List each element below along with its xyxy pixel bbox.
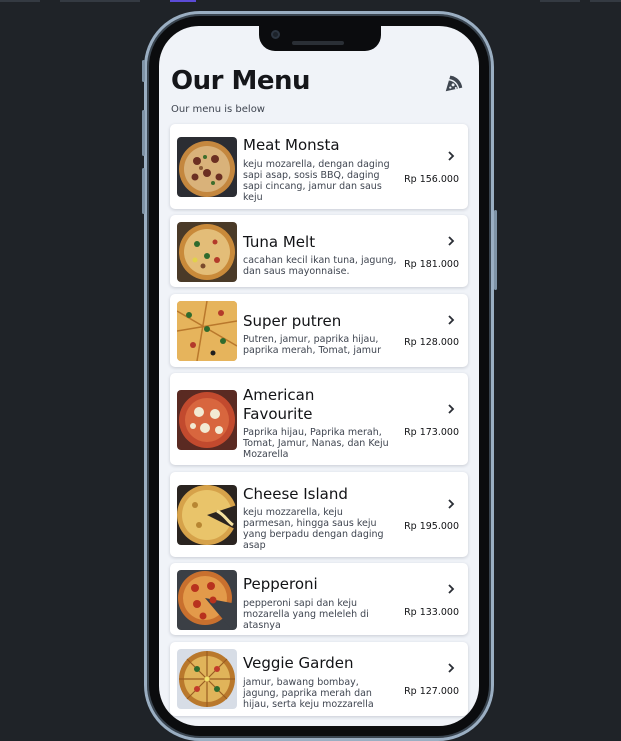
menu-item-veggie-garden[interactable]: Veggie Garden jamur, bawang bombay, jagu…: [170, 642, 468, 716]
item-description: keju mozarella, dengan daging sapi asap,…: [243, 159, 390, 203]
pizza-slice-icon[interactable]: [443, 72, 465, 94]
background-fragment: [540, 0, 580, 2]
background-fragment: [590, 0, 621, 2]
volume-down-button: [142, 168, 145, 214]
chevron-right-icon[interactable]: [445, 583, 457, 595]
chevron-right-icon[interactable]: [445, 314, 457, 326]
background-fragment: [60, 0, 140, 2]
item-price: Rp 173.000: [404, 427, 459, 438]
phone-screen: Our Menu Our menu is below Meat Monsta k…: [159, 26, 479, 726]
item-price: Rp 133.000: [404, 607, 459, 618]
pizza-image: [177, 390, 237, 450]
menu-item-american-favourite[interactable]: American Favourite Paprika hijau, Paprik…: [170, 373, 468, 465]
item-name: Tuna Melt: [243, 233, 316, 251]
notch: [259, 26, 381, 51]
mute-switch: [142, 60, 145, 82]
item-description: cacahan kecil ikan tuna, jagung, dan sau…: [243, 255, 397, 277]
item-name: Super putren: [243, 312, 342, 330]
menu-item-super-putren[interactable]: Super putren Putren, jamur, paprika hija…: [170, 294, 468, 367]
item-price: Rp 195.000: [404, 521, 459, 532]
volume-up-button: [142, 110, 145, 156]
camera-icon: [271, 30, 280, 39]
page-subtitle: Our menu is below: [171, 104, 265, 115]
item-price: Rp 128.000: [404, 337, 459, 348]
chevron-right-icon[interactable]: [445, 150, 457, 162]
menu-item-meat-monsta[interactable]: Meat Monsta keju mozarella, dengan dagin…: [170, 124, 468, 209]
item-name: Veggie Garden: [243, 654, 354, 672]
chevron-right-icon[interactable]: [445, 662, 457, 674]
item-name: Cheese Island: [243, 485, 348, 503]
menu-item-tuna-melt[interactable]: Tuna Melt cacahan kecil ikan tuna, jagun…: [170, 215, 468, 287]
item-price: Rp 127.000: [404, 686, 459, 697]
item-description: keju mozzarella, keju parmesan, hingga s…: [243, 507, 384, 551]
page-title: Our Menu: [171, 66, 311, 96]
pizza-image: [177, 222, 237, 282]
menu-item-pepperoni[interactable]: Pepperoni pepperoni sapi dan keju mozare…: [170, 563, 468, 635]
pizza-image: [177, 570, 237, 630]
item-name: American Favourite: [243, 386, 315, 423]
item-description: jamur, bawang bombay, jagung, paprika me…: [243, 677, 374, 710]
item-price: Rp 181.000: [404, 259, 459, 270]
item-price: Rp 156.000: [404, 174, 459, 185]
chevron-right-icon[interactable]: [445, 498, 457, 510]
item-name: Meat Monsta: [243, 136, 340, 154]
menu-item-cheese-island[interactable]: Cheese Island keju mozzarella, keju parm…: [170, 472, 468, 557]
chevron-right-icon[interactable]: [445, 235, 457, 247]
power-button: [494, 210, 497, 290]
pizza-image: [177, 485, 237, 545]
pizza-image: [177, 137, 237, 197]
item-description: pepperoni sapi dan keju mozarella yang m…: [243, 598, 369, 631]
pizza-image: [177, 301, 237, 361]
background-fragment: [0, 0, 40, 2]
background-accent: [170, 0, 196, 2]
item-description: Paprika hijau, Paprika merah, Tomat, Jam…: [243, 427, 389, 460]
chevron-right-icon[interactable]: [445, 403, 457, 415]
speaker: [292, 41, 344, 45]
pizza-image: [177, 649, 237, 709]
item-description: Putren, jamur, paprika hijau, paprika me…: [243, 334, 381, 356]
item-name: Pepperoni: [243, 575, 318, 593]
